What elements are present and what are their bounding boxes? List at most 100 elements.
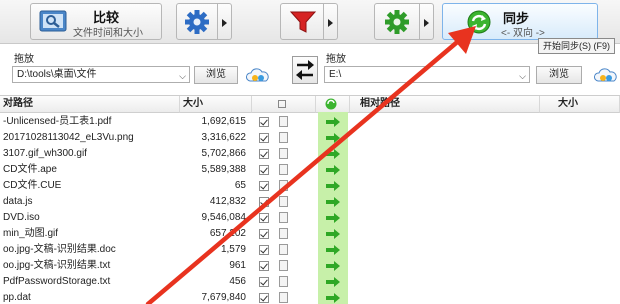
file-size: 9,546,084 xyxy=(201,212,247,223)
table-row[interactable]: 3107.gif_wh300.gif 5,702,866 xyxy=(0,146,252,162)
compare-icon xyxy=(39,10,67,32)
document-icon xyxy=(279,196,288,207)
include-checkbox[interactable] xyxy=(259,165,269,175)
green-arrow-icon[interactable] xyxy=(325,245,341,255)
action-row xyxy=(252,290,316,304)
sync-button[interactable]: 同步 <- 双向 -> xyxy=(442,3,598,40)
file-name: oo.jpg-文稿-识别结果.doc xyxy=(3,244,116,255)
green-arrow-icon[interactable] xyxy=(325,197,341,207)
table-row[interactable]: CD文件.CUE 65 xyxy=(0,178,252,194)
action-row xyxy=(252,162,316,178)
file-size: 456 xyxy=(229,276,246,287)
file-name: -Unlicensed-员工表1.pdf xyxy=(3,116,112,127)
include-checkbox[interactable] xyxy=(259,117,269,127)
include-checkbox[interactable] xyxy=(259,229,269,239)
file-name: data.js xyxy=(3,196,33,207)
left-col-path-header[interactable]: 对路径 xyxy=(0,96,180,113)
file-name: 3107.gif_wh300.gif xyxy=(3,148,87,159)
file-name: 20171028113042_eL3Vu.png xyxy=(3,132,134,143)
action-row xyxy=(252,274,316,290)
green-arrow-icon[interactable] xyxy=(325,165,341,175)
sync-settings-dropdown[interactable] xyxy=(420,3,434,40)
file-size: 5,589,388 xyxy=(201,164,247,175)
include-checkbox[interactable] xyxy=(259,197,269,207)
green-arrow-icon[interactable] xyxy=(325,213,341,223)
table-row[interactable]: oo.jpg-文稿-识别结果.doc 1,579 xyxy=(0,242,252,258)
right-drop-label: 拖放 xyxy=(326,54,346,65)
include-checkbox[interactable] xyxy=(259,277,269,287)
filter-icon xyxy=(289,11,317,33)
file-size: 5,702,866 xyxy=(201,148,247,159)
include-checkbox[interactable] xyxy=(259,149,269,159)
sync-icon xyxy=(467,10,491,34)
sync-col-header[interactable] xyxy=(316,96,350,113)
table-row[interactable]: min_动图.gif 657,202 xyxy=(0,226,252,242)
document-icon xyxy=(279,260,288,271)
left-path-input[interactable]: D:\tools\桌面\文件 ⌵ xyxy=(12,66,190,83)
chevron-down-icon[interactable]: ⌵ xyxy=(519,69,526,84)
document-icon xyxy=(279,212,288,223)
table-row[interactable]: PdfPasswordStorage.txt 456 xyxy=(0,274,252,290)
file-size: 657,202 xyxy=(209,228,246,239)
left-col-size-header[interactable]: 大小 xyxy=(180,96,252,113)
compare-button[interactable]: 比较 文件时间和大小 xyxy=(30,3,162,40)
filter-dropdown[interactable] xyxy=(324,3,338,40)
include-checkbox[interactable] xyxy=(259,245,269,255)
right-col-size-header[interactable]: 大小 xyxy=(540,96,620,113)
green-arrow-icon[interactable] xyxy=(325,277,341,287)
file-name: CD文件.ape xyxy=(3,164,57,175)
include-checkbox[interactable] xyxy=(259,133,269,143)
gear-icon xyxy=(185,10,209,34)
green-arrow-icon[interactable] xyxy=(325,149,341,159)
document-icon xyxy=(279,276,288,287)
right-file-grid[interactable]: 相对路径 大小 xyxy=(350,95,620,304)
table-row[interactable]: oo.jpg-文稿-识别结果.txt 961 xyxy=(0,258,252,274)
action-row xyxy=(252,178,316,194)
file-size: 961 xyxy=(229,260,246,271)
filter-button[interactable] xyxy=(280,3,324,40)
green-arrow-icon[interactable] xyxy=(325,117,341,127)
right-col-path-header[interactable]: 相对路径 xyxy=(350,96,540,113)
include-checkbox[interactable] xyxy=(259,213,269,223)
action-row xyxy=(252,258,316,274)
gear-icon xyxy=(385,10,409,34)
green-arrow-icon[interactable] xyxy=(325,261,341,271)
cloud-icon[interactable] xyxy=(246,66,270,84)
left-browse-button[interactable]: 浏览 xyxy=(194,66,238,84)
include-checkbox[interactable] xyxy=(259,261,269,271)
action-row xyxy=(252,146,316,162)
file-size: 7,679,840 xyxy=(201,292,247,303)
action-row xyxy=(252,194,316,210)
green-arrow-icon[interactable] xyxy=(325,181,341,191)
left-drop-label: 拖放 xyxy=(14,54,34,65)
checkbox-header-icon xyxy=(278,100,286,108)
document-icon xyxy=(279,180,288,191)
swap-icon xyxy=(296,60,314,80)
left-file-grid[interactable]: 对路径 大小 -Unlicensed-员工表1.pdf 1,692,615 2017… xyxy=(0,95,252,304)
file-size: 3,316,622 xyxy=(201,132,247,143)
green-arrow-icon[interactable] xyxy=(325,229,341,239)
sync-settings-button[interactable] xyxy=(374,3,420,40)
compare-settings-button[interactable] xyxy=(176,3,218,40)
table-row[interactable]: -Unlicensed-员工表1.pdf 1,692,615 xyxy=(0,114,252,130)
green-arrow-icon[interactable] xyxy=(325,293,341,303)
table-row[interactable]: 20171028113042_eL3Vu.png 3,316,622 xyxy=(0,130,252,146)
document-icon xyxy=(279,292,288,303)
right-path-input[interactable]: E:\ ⌵ xyxy=(324,66,530,83)
include-checkbox[interactable] xyxy=(259,181,269,191)
document-icon xyxy=(279,164,288,175)
include-checkbox[interactable] xyxy=(259,293,269,303)
table-row[interactable]: pp.dat 7,679,840 xyxy=(0,290,252,304)
right-browse-button[interactable]: 浏览 xyxy=(536,66,582,84)
table-row[interactable]: CD文件.ape 5,589,388 xyxy=(0,162,252,178)
table-row[interactable]: DVD.iso 9,546,084 xyxy=(0,210,252,226)
action-col-header[interactable] xyxy=(252,96,316,113)
cloud-icon[interactable] xyxy=(594,66,618,84)
chevron-down-icon[interactable]: ⌵ xyxy=(179,69,186,84)
sync-tooltip: 开始同步(S) (F9) xyxy=(538,38,615,54)
right-path-value: E:\ xyxy=(329,69,342,80)
green-arrow-icon[interactable] xyxy=(325,133,341,143)
swap-sides-button[interactable] xyxy=(292,56,318,84)
table-row[interactable]: data.js 412,832 xyxy=(0,194,252,210)
compare-settings-dropdown[interactable] xyxy=(218,3,232,40)
